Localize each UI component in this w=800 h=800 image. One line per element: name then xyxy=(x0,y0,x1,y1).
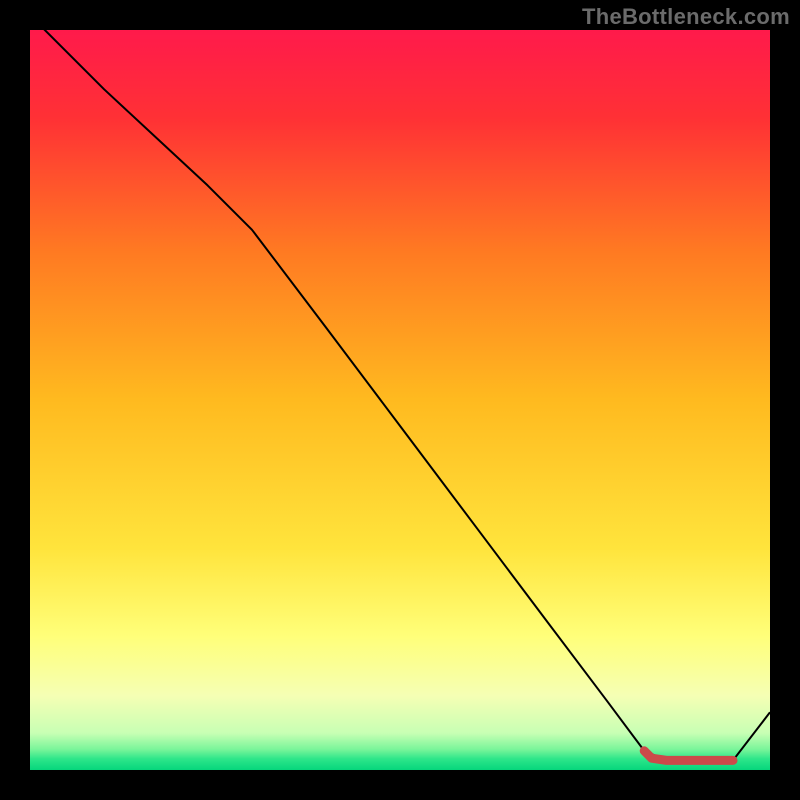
attribution-label: TheBottleneck.com xyxy=(582,4,790,30)
chart-frame: TheBottleneck.com xyxy=(0,0,800,800)
gradient-background xyxy=(30,30,770,770)
plot-area xyxy=(30,30,770,770)
chart-svg xyxy=(30,30,770,770)
